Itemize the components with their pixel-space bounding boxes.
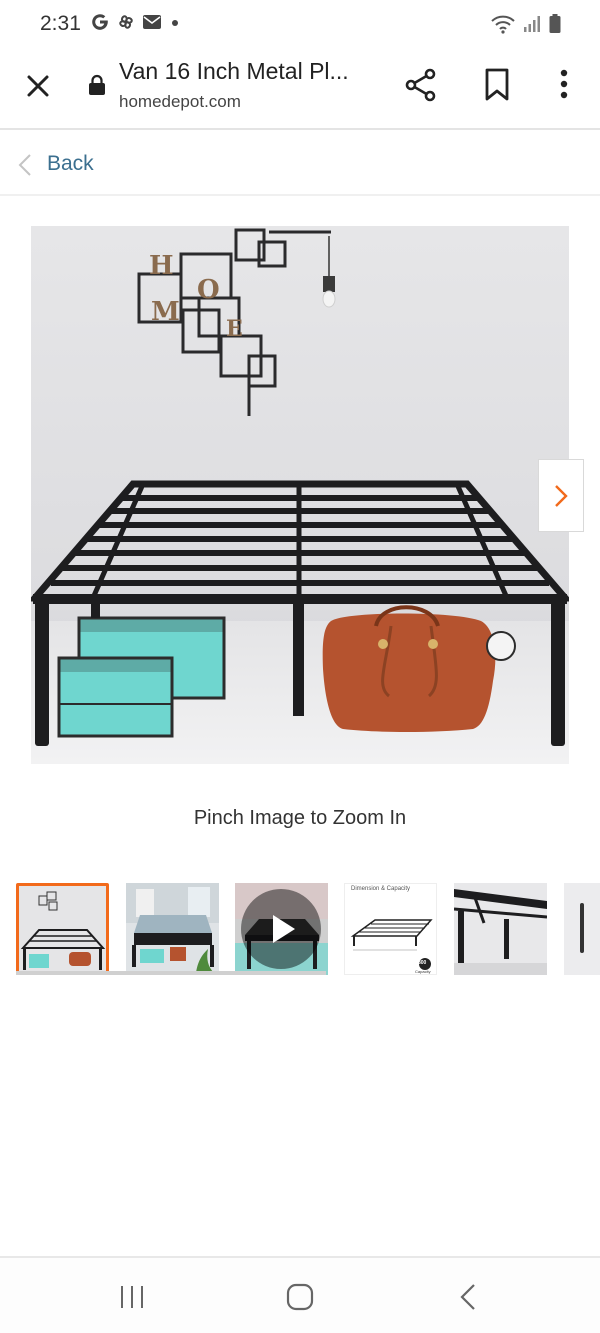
- status-bar: 2:31: [0, 0, 600, 48]
- browser-toolbar: Van 16 Inch Metal Pl... homedepot.com: [0, 48, 600, 130]
- recents-icon[interactable]: [118, 1284, 146, 1310]
- svg-text:E: E: [226, 316, 243, 342]
- status-notification-icons: [90, 12, 182, 32]
- home-icon[interactable]: [286, 1283, 314, 1311]
- next-image-button[interactable]: [538, 459, 584, 532]
- dot-icon: [172, 20, 178, 26]
- thumbnail-4[interactable]: Dimension & Capacity 800 Capacity: [344, 883, 437, 975]
- thumbnail-5[interactable]: [454, 883, 547, 975]
- page-domain[interactable]: homedepot.com: [119, 92, 241, 112]
- pinch-zoom-hint: Pinch Image to Zoom In: [193, 807, 407, 829]
- status-time: 2:31: [40, 12, 81, 35]
- page-title[interactable]: Van 16 Inch Metal Pl...: [119, 58, 349, 85]
- system-nav-bar: [0, 1256, 600, 1333]
- share-icon[interactable]: [402, 66, 440, 104]
- close-icon[interactable]: [20, 68, 56, 104]
- thumbnail-scroll-indicator: [16, 971, 326, 975]
- battery-icon: [549, 14, 561, 33]
- thumbnail-3-image: [235, 883, 328, 975]
- more-vertical-icon[interactable]: [548, 66, 580, 104]
- thumbnail-5-image: [454, 883, 547, 975]
- thumbnail-1[interactable]: [16, 883, 109, 975]
- thumbnail-strip[interactable]: Dimension & Capacity 800 Capacity: [16, 883, 600, 977]
- thumbnail-3-video[interactable]: [235, 883, 328, 975]
- svg-text:M: M: [151, 297, 180, 327]
- chevron-right-icon: [555, 484, 568, 507]
- bookmark-icon[interactable]: [480, 66, 514, 104]
- thumbnail-1-image: [19, 886, 106, 972]
- pinwheel-icon: [119, 15, 133, 29]
- svg-text:H: H: [149, 251, 174, 281]
- thumbnail-4-caption: Dimension & Capacity: [351, 886, 411, 892]
- thumbnail-2[interactable]: [126, 883, 219, 975]
- product-main-image[interactable]: H O M E: [31, 226, 569, 764]
- chevron-left-icon[interactable]: [16, 152, 34, 178]
- status-system-icons: [490, 13, 562, 35]
- back-icon[interactable]: [458, 1282, 478, 1312]
- signal-icon: [524, 16, 540, 32]
- lock-icon: [89, 74, 105, 95]
- capacity-badge-label: Capacity: [415, 969, 431, 974]
- svg-text:O: O: [197, 275, 220, 305]
- google-g-icon: [92, 14, 108, 30]
- mail-icon: [143, 15, 161, 29]
- capacity-badge: 800: [418, 960, 427, 966]
- back-link[interactable]: Back: [47, 152, 94, 176]
- wifi-icon: [491, 15, 515, 34]
- thumbnail-6[interactable]: [564, 883, 600, 975]
- thumbnail-2-image: [126, 883, 219, 975]
- back-link-row[interactable]: Back: [0, 132, 600, 196]
- thumbnail-6-image: [564, 883, 600, 975]
- product-photo: H O M E: [31, 226, 569, 764]
